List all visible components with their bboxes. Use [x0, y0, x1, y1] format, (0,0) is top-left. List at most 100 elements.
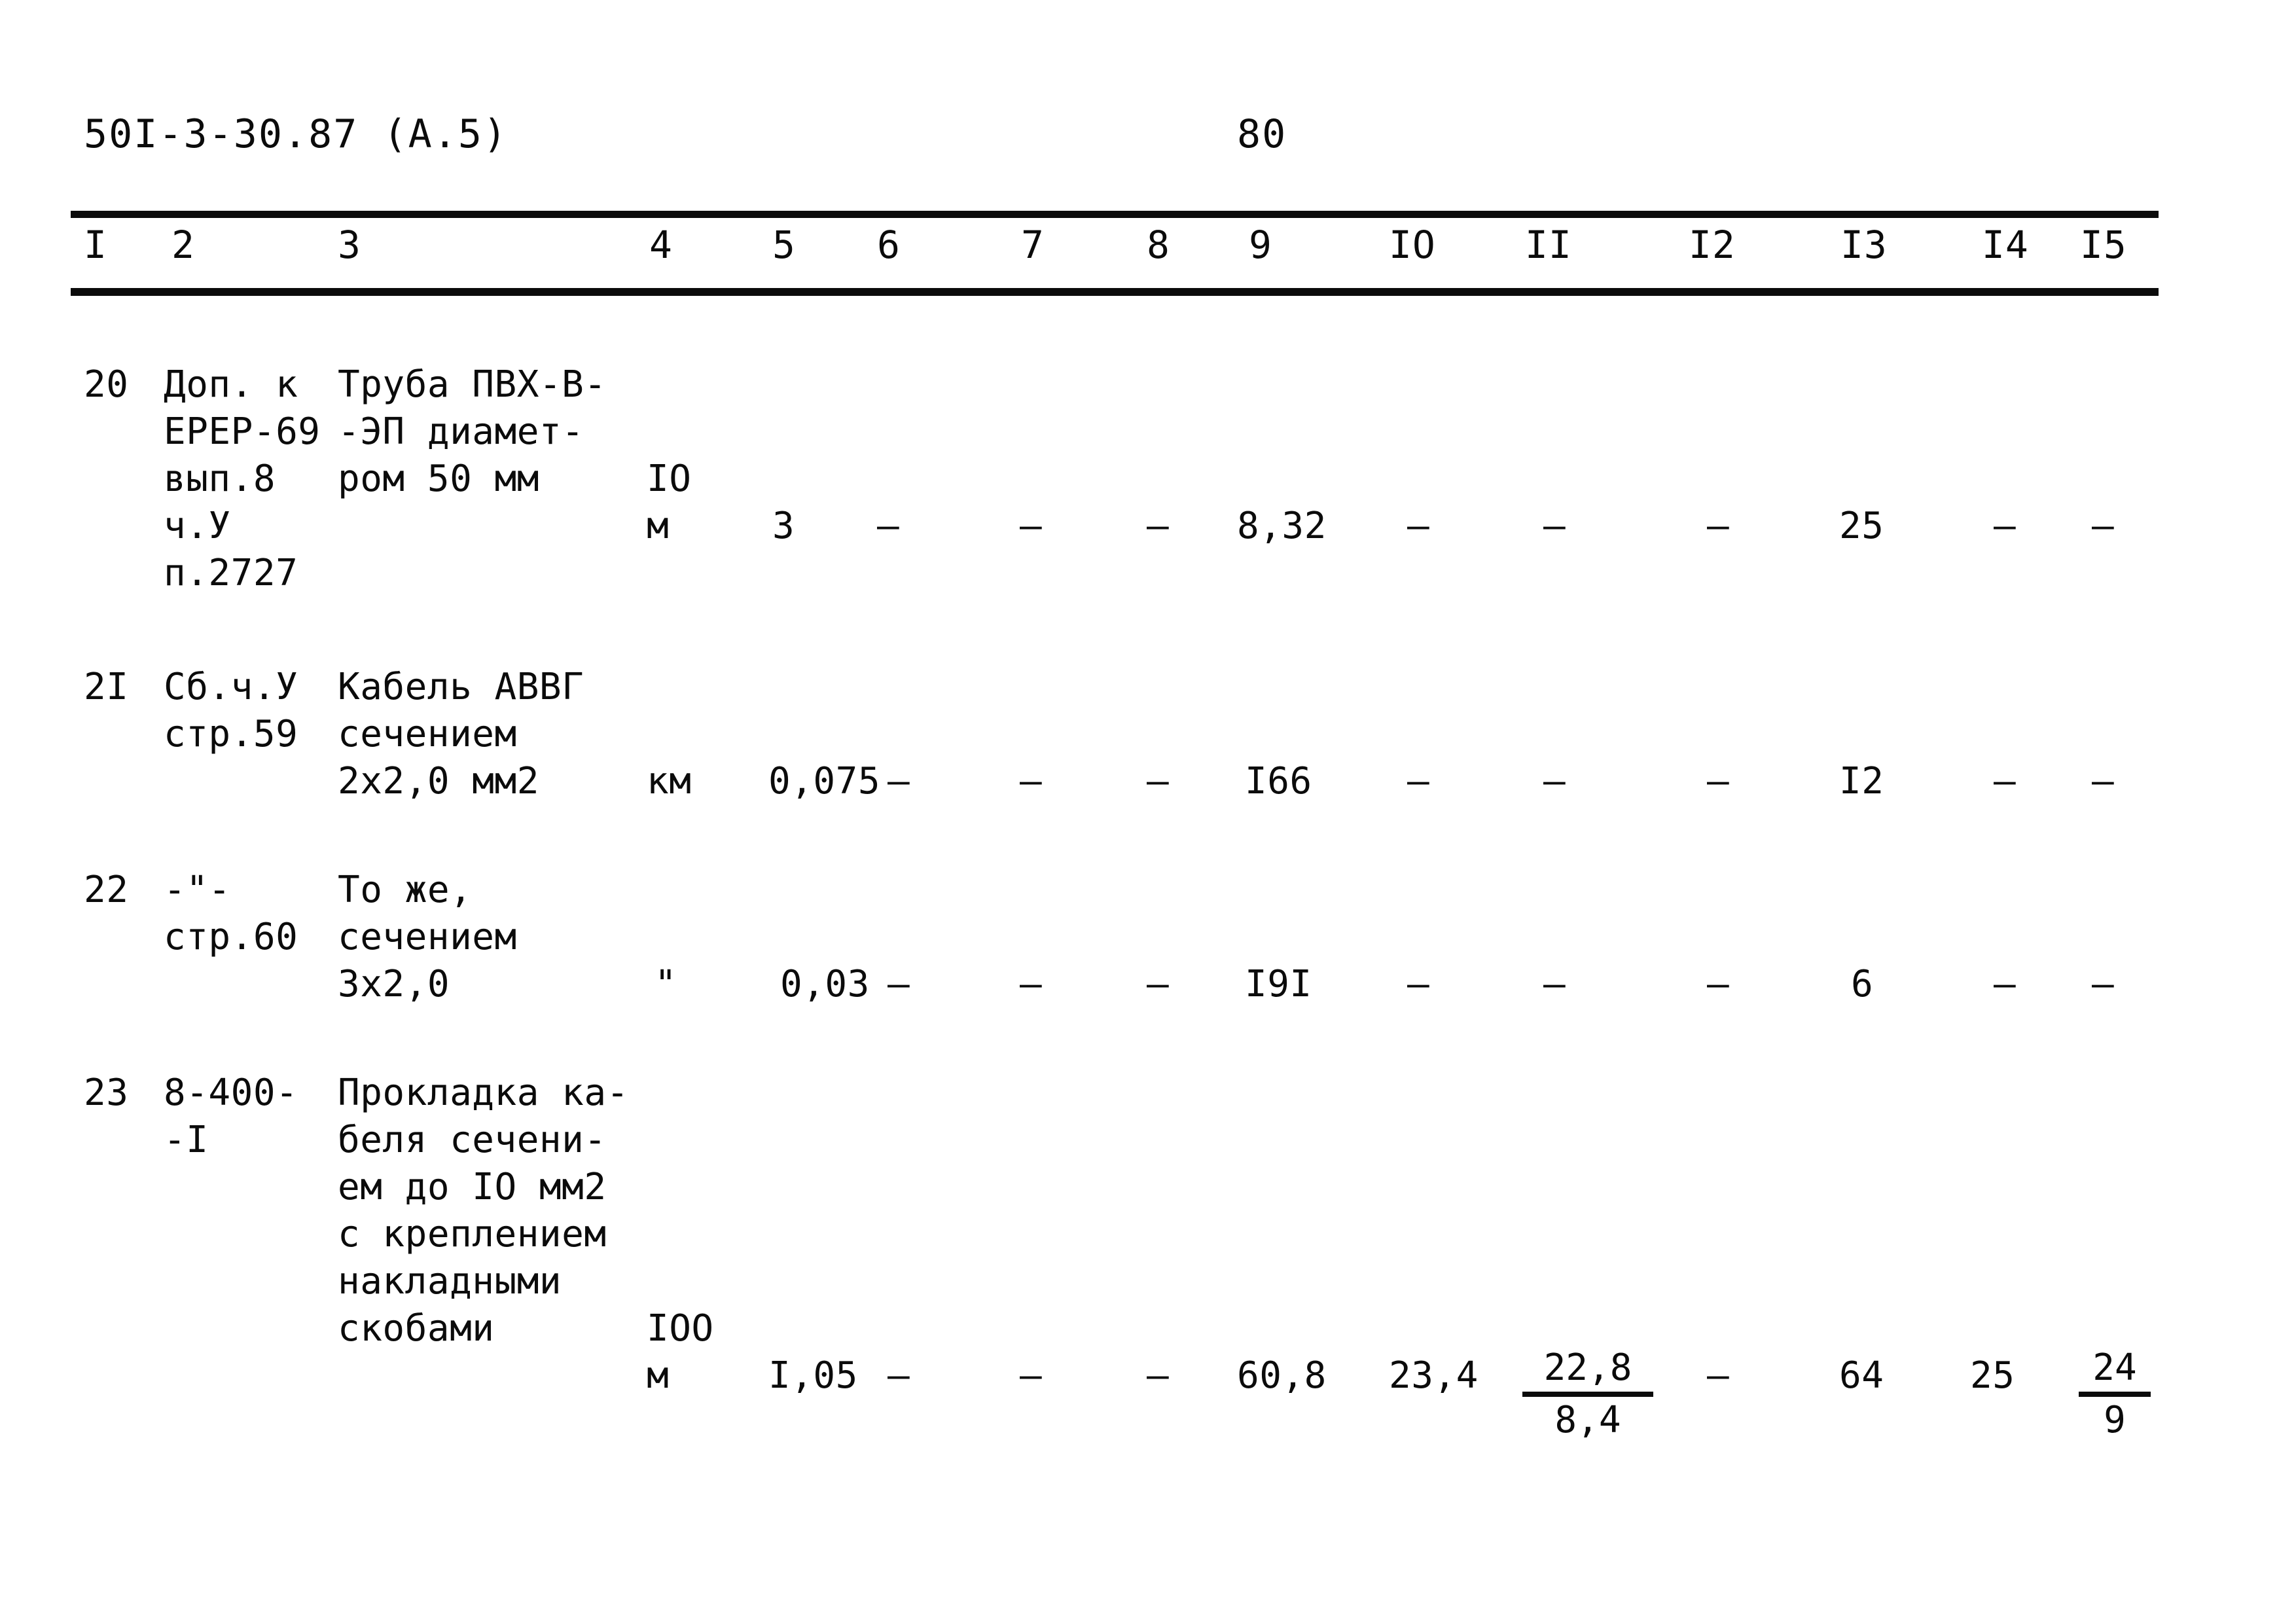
cell-col-5: 3 [772, 505, 795, 547]
cell-col-13: I2 [1839, 760, 1884, 803]
source-ref-line: стр.60 [164, 916, 298, 958]
source-ref-line: -"- [164, 869, 231, 911]
source-ref-line: п.2727 [164, 552, 298, 594]
source-ref-line: ч.У [164, 505, 231, 547]
page-header: 50I-3-30.87 (А.5) 80 [0, 111, 2296, 157]
cell-col-9: I66 [1245, 760, 1312, 803]
page-number: 80 [1237, 111, 1287, 157]
source-ref-line: 8-400- [164, 1072, 298, 1114]
cell-col-12: – [1707, 505, 1730, 547]
column-header-3: 3 [338, 223, 361, 267]
column-header-11: II [1525, 223, 1572, 267]
unit-bottom: км [647, 760, 692, 803]
column-header-6: 6 [877, 223, 901, 267]
column-header-14: I4 [1982, 223, 2029, 267]
description-line: Труба ПВХ-В- [338, 363, 607, 406]
description-line: беля сечени- [338, 1119, 607, 1161]
unit-top: IO [647, 458, 692, 500]
row-number: 2I [84, 666, 129, 708]
column-header-10: IO [1389, 223, 1436, 267]
description-line: Прокладка ка- [338, 1072, 629, 1114]
column-header-15: I5 [2080, 223, 2127, 267]
fraction-numerator: 24 [2092, 1346, 2137, 1389]
cell-col-7: – [1020, 1354, 1043, 1397]
cell-col-8: – [1147, 963, 1170, 1005]
table-header-bottom-rule [71, 288, 2159, 296]
row-number: 23 [84, 1072, 129, 1114]
cell-col-6: – [888, 963, 910, 1005]
source-ref-line: Доп. к [164, 363, 298, 406]
cell-col-8: – [1147, 760, 1170, 803]
column-header-5: 5 [772, 223, 796, 267]
column-header-4: 4 [649, 223, 673, 267]
column-header-12: I2 [1689, 223, 1736, 267]
description-line: То же, [338, 869, 473, 911]
unit-bottom: м [647, 1354, 670, 1397]
column-header-13: I3 [1840, 223, 1888, 267]
fraction-denominator: 9 [2104, 1399, 2126, 1441]
description-line: -ЭП диамет- [338, 410, 584, 453]
document-page: 50I-3-30.87 (А.5) 80 I 2 3 4 5 6 7 8 9 I… [0, 0, 2296, 1624]
source-ref-line: вып.8 [164, 458, 276, 500]
description-line: ем до IO мм2 [338, 1166, 607, 1208]
cell-col-13: 64 [1839, 1354, 1884, 1397]
cell-col-7: – [1020, 505, 1043, 547]
cell-col-13: 25 [1839, 505, 1884, 547]
cell-col-12: – [1707, 1354, 1730, 1397]
cell-col-7: – [1020, 963, 1043, 1005]
cell-col-11: – [1543, 963, 1566, 1005]
column-header-1: I [84, 223, 107, 267]
fraction-numerator: 22,8 [1543, 1346, 1632, 1389]
cell-col-10: – [1407, 760, 1430, 803]
unit-top: IOO [647, 1307, 714, 1350]
cell-col-10: – [1407, 505, 1430, 547]
fraction-bar [1522, 1392, 1653, 1397]
cell-col-11-fraction: 22,8 8,4 [1522, 1347, 1653, 1441]
source-ref-line: стр.59 [164, 713, 298, 755]
cell-col-14: 25 [1970, 1354, 2015, 1397]
cell-col-15: – [2092, 963, 2115, 1005]
cell-col-8: – [1147, 505, 1170, 547]
cell-col-15: – [2092, 760, 2115, 803]
unit-bottom: " [655, 963, 677, 1005]
source-ref-line: -I [164, 1119, 209, 1161]
cell-col-9: 60,8 [1237, 1354, 1327, 1397]
table-top-rule [71, 211, 2159, 218]
row-number: 22 [84, 869, 129, 911]
column-header-9: 9 [1249, 223, 1272, 267]
cell-col-6: – [888, 760, 910, 803]
cell-col-15-fraction: 24 9 [2079, 1347, 2151, 1441]
cell-col-5: 0,03 [780, 963, 870, 1005]
source-ref-line: Сб.ч.У [164, 666, 298, 708]
cell-col-12: – [1707, 760, 1730, 803]
cell-col-11: – [1543, 505, 1566, 547]
table-body: 20 Доп. к ЕРЕР-69 вып.8 ч.У п.2727 Труба… [0, 296, 2296, 1624]
description-line: сечением [338, 713, 517, 755]
source-ref-line: ЕРЕР-69 [164, 410, 321, 453]
unit-bottom: м [647, 505, 670, 547]
cell-col-14: – [1994, 760, 2017, 803]
cell-col-10: 23,4 [1389, 1354, 1479, 1397]
cell-col-6: – [888, 1354, 910, 1397]
column-header-2: 2 [171, 223, 195, 267]
column-header-7: 7 [1021, 223, 1045, 267]
description-line: накладными [338, 1260, 562, 1303]
document-code: 50I-3-30.87 (А.5) [84, 111, 509, 157]
cell-col-14: – [1994, 505, 2017, 547]
cell-col-12: – [1707, 963, 1730, 1005]
cell-col-9: 8,32 [1237, 505, 1327, 547]
cell-col-5: 0,075 [768, 760, 881, 803]
description-line: сечением [338, 916, 517, 958]
fraction-denominator: 8,4 [1554, 1399, 1621, 1441]
cell-col-8: – [1147, 1354, 1170, 1397]
description-line: 3х2,0 [338, 963, 450, 1005]
row-number: 20 [84, 363, 129, 406]
cell-col-7: – [1020, 760, 1043, 803]
cell-col-9: I9I [1245, 963, 1312, 1005]
description-line: Кабель АВВГ [338, 666, 584, 708]
description-line: ром 50 мм [338, 458, 539, 500]
cell-col-14: – [1994, 963, 2017, 1005]
description-line: с креплением [338, 1213, 607, 1255]
cell-col-13: 6 [1851, 963, 1874, 1005]
cell-col-5: I,05 [768, 1354, 858, 1397]
